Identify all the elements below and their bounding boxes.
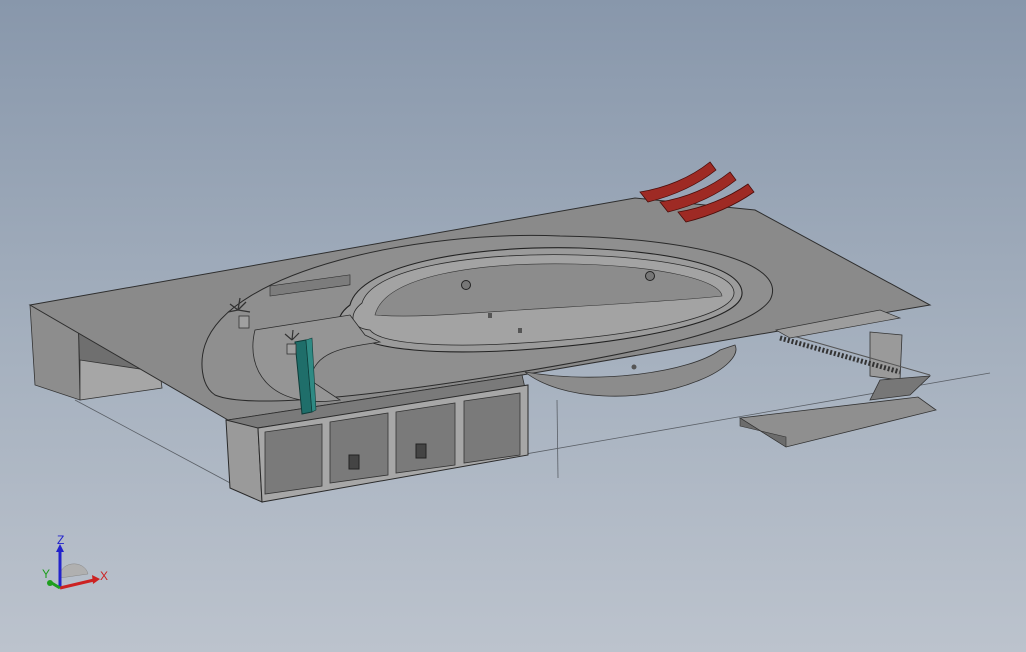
axis-triad [47, 544, 100, 590]
pool-model-scene[interactable] [0, 0, 1026, 652]
x-axis-arrow [59, 578, 95, 590]
y-axis-label: Y [42, 567, 51, 581]
z-axis-label: Z [57, 533, 65, 547]
x-axis-label: X [100, 569, 109, 583]
cad-viewport[interactable]: Z Y X [0, 0, 1026, 652]
